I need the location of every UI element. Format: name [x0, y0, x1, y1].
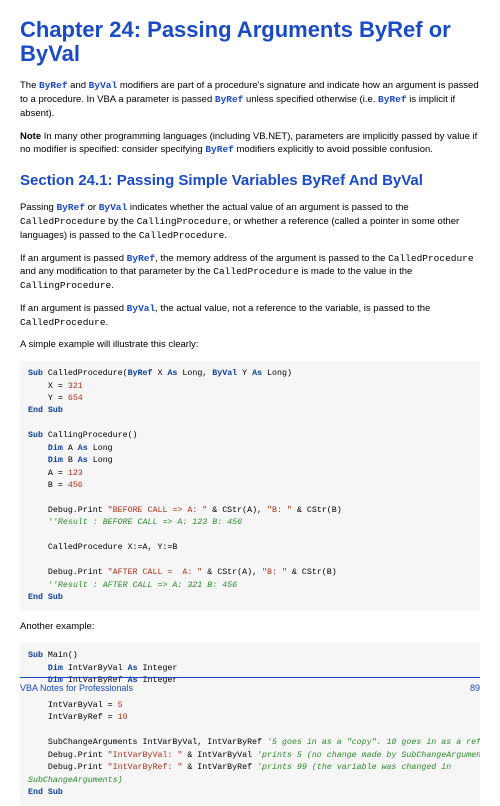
txt: Passing — [20, 202, 56, 213]
section-p2: If an argument is passed ByRef, the memo… — [20, 252, 480, 293]
txt: modifiers explicitly to avoid possible c… — [234, 144, 433, 155]
txt: by the — [106, 216, 137, 227]
section-p1: Passing ByRef or ByVal indicates whether… — [20, 201, 480, 242]
code-inline: CallingProcedure — [137, 216, 228, 227]
code-inline: CalledProcedure — [20, 317, 106, 328]
kw-byref: ByRef — [56, 202, 85, 213]
txt: If an argument is passed — [20, 253, 127, 264]
intro-paragraph: The ByRef and ByVal modifiers are part o… — [20, 79, 480, 120]
kw-byref: ByRef — [215, 94, 244, 105]
chapter-title: Chapter 24: Passing Arguments ByRef or B… — [20, 18, 480, 66]
section-p5: Another example: — [20, 620, 480, 634]
txt: unless specified otherwise (i.e. — [243, 94, 378, 105]
kw-byval: ByVal — [99, 202, 128, 213]
footer-left: VBA Notes for Professionals — [20, 682, 133, 695]
note-label: Note — [20, 131, 41, 142]
footer-right: 89 — [470, 682, 480, 695]
kw-byref: ByRef — [39, 80, 68, 91]
txt: and — [68, 80, 89, 91]
code-block-2: Sub Main() Dim IntVarByVal As Integer Di… — [20, 643, 480, 806]
code-inline: CalledProcedure — [388, 253, 474, 264]
page-footer: VBA Notes for Professionals 89 — [20, 677, 480, 695]
txt: , the actual value, not a reference to t… — [155, 303, 430, 314]
txt: . — [224, 230, 227, 241]
code-inline: CalledProcedure — [20, 216, 106, 227]
kw-byref: ByRef — [127, 253, 156, 264]
code-inline: CallingProcedure — [20, 280, 111, 291]
txt: indicates whether the actual value of an… — [127, 202, 408, 213]
kw-byref: ByRef — [378, 94, 407, 105]
code-inline: CalledProcedure — [213, 266, 299, 277]
section-p3: If an argument is passed ByVal, the actu… — [20, 302, 480, 330]
txt: , the memory address of the argument is … — [155, 253, 388, 264]
section-p4: A simple example will illustrate this cl… — [20, 338, 480, 352]
txt: . — [106, 317, 109, 328]
note-paragraph: Note In many other programming languages… — [20, 130, 480, 158]
txt: and any modification to that parameter b… — [20, 266, 213, 277]
kw-byref: ByRef — [205, 144, 234, 155]
txt: The — [20, 80, 39, 91]
txt: If an argument is passed — [20, 303, 127, 314]
txt: or — [85, 202, 99, 213]
code-inline: CalledProcedure — [139, 230, 225, 241]
code-block-1: Sub CalledProcedure(ByRef X As Long, ByV… — [20, 361, 480, 611]
kw-byval: ByVal — [89, 80, 118, 91]
txt: is made to the value in the — [299, 266, 413, 277]
section-title: Section 24.1: Passing Simple Variables B… — [20, 170, 480, 191]
txt: . — [111, 280, 114, 291]
kw-byval: ByVal — [127, 303, 156, 314]
